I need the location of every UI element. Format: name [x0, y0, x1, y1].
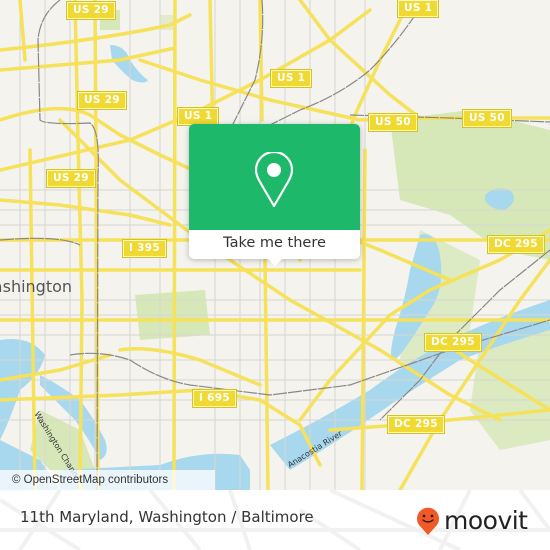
moovit-logo[interactable]: moovit	[415, 506, 528, 536]
route-shield: I 395	[122, 239, 167, 258]
route-shield: US 1	[269, 69, 313, 88]
moovit-face-icon	[417, 507, 439, 535]
location-popup: Take me there	[189, 124, 360, 266]
route-shield: DC 295	[424, 333, 482, 352]
route-shield: US 29	[66, 1, 116, 20]
route-shield: US 29	[46, 169, 96, 188]
map-attribution[interactable]: © OpenStreetMap contributors	[0, 470, 215, 490]
map-view[interactable]: US 29 US 29 US 29 US 1 US 1 US 1 US 50 U…	[0, 0, 550, 490]
route-shield: US 50	[368, 113, 418, 132]
route-shield: US 1	[396, 0, 440, 18]
brand-name: moovit	[444, 506, 528, 535]
city-label: Washington	[0, 277, 73, 296]
route-shield: I 695	[192, 389, 237, 408]
route-shield: US 29	[77, 91, 127, 110]
route-shield: DC 295	[387, 415, 445, 434]
popup-header	[189, 124, 360, 230]
route-shield: DC 295	[487, 235, 545, 254]
popup-tail	[267, 258, 283, 266]
footer-bar: 11th Maryland, Washington / Baltimore mo…	[0, 490, 550, 550]
location-title: 11th Maryland, Washington / Baltimore	[20, 508, 314, 526]
location-pin-icon	[255, 152, 293, 208]
route-shield: US 50	[462, 109, 512, 128]
take-me-there-button[interactable]: Take me there	[189, 230, 360, 259]
route-shield: US 1	[176, 107, 220, 126]
